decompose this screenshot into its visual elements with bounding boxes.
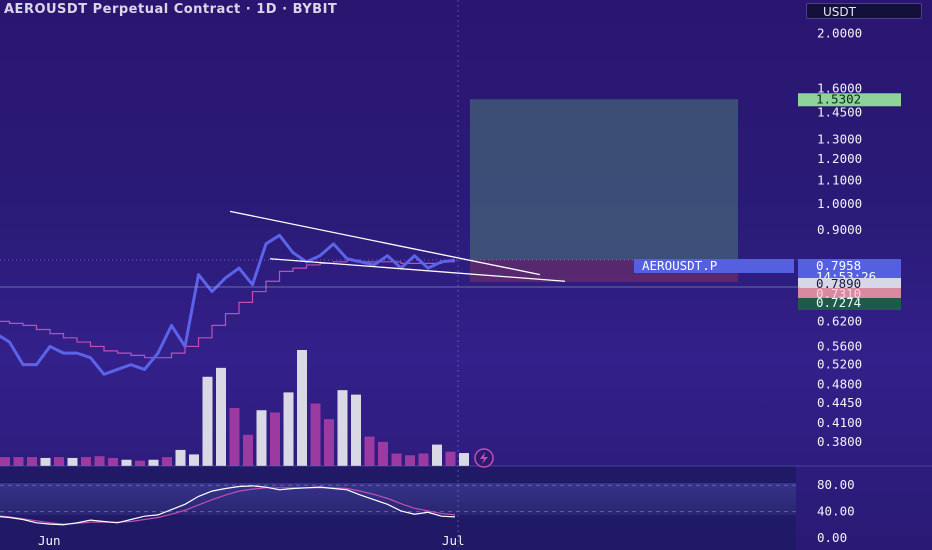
volume-bar [175, 449, 186, 466]
volume-bar [459, 453, 469, 466]
x-label-jul: Jul [442, 533, 465, 548]
low-price-tag: 0.7274 [816, 295, 861, 310]
chart[interactable]: 80.0040.000.00 2.00001.60001.45001.30001… [0, 0, 932, 550]
y-tick-label: 2.0000 [817, 25, 862, 40]
target-price-tag: 1.5302 [816, 91, 861, 106]
target-zone[interactable] [470, 99, 738, 261]
y-tick-label: 1.4500 [817, 105, 862, 120]
volume-bar [337, 390, 348, 466]
y-tick-label: 1.3000 [817, 131, 862, 146]
volume-bar [0, 457, 10, 466]
volume-bar [243, 434, 253, 466]
volume-bar [324, 419, 334, 466]
volume-bar [13, 457, 24, 466]
y-tick-label: 1.1000 [817, 172, 862, 187]
volume-bar [405, 455, 415, 466]
volume-bar [297, 350, 307, 466]
y-tick-label: 0.4450 [817, 395, 862, 410]
currency-button[interactable]: USDT [806, 3, 922, 19]
volume-bar [216, 367, 226, 466]
volume-bar [229, 408, 240, 466]
y-tick-label: 0.6200 [817, 313, 862, 328]
volume-bar [310, 403, 321, 466]
y-tick-label: 0.3800 [817, 434, 862, 449]
y-tick-label: 0.5200 [817, 357, 862, 372]
volume-bar [67, 457, 78, 466]
rsi-tick-label: 40.00 [817, 504, 855, 519]
y-tick-label: 0.5600 [817, 338, 862, 353]
chart-title: AEROUSDT Perpetual Contract · 1D · BYBIT [4, 2, 338, 17]
volume-bar [162, 457, 172, 466]
volume-bar [121, 459, 132, 466]
rsi-tick-label: 0.00 [817, 530, 847, 545]
volume-bar [283, 392, 294, 466]
volume-bar [418, 453, 429, 466]
volume-bar [148, 459, 159, 466]
y-tick-label: 0.4800 [817, 376, 862, 391]
volume-bar [189, 454, 199, 466]
volume-bar [40, 457, 51, 466]
volume-bar [108, 457, 118, 466]
volume-bar [391, 453, 402, 466]
y-tick-label: 0.9000 [817, 222, 862, 237]
volume-bar [81, 457, 91, 466]
x-label-jun: Jun [38, 533, 61, 548]
y-tick-label: 1.2000 [817, 151, 862, 166]
price-line[interactable] [0, 233, 456, 376]
symbol-tag: AEROUSDT.P [642, 258, 717, 273]
lightning-icon[interactable] [474, 448, 494, 468]
rsi-band [0, 483, 796, 515]
volume-bar [202, 376, 213, 466]
volume-bar [54, 457, 64, 466]
y-tick-label: 1.0000 [817, 196, 862, 211]
volume-bar [94, 456, 105, 466]
rsi-tick-label: 80.00 [817, 477, 855, 492]
volume-bar [378, 441, 388, 466]
volume-bar [270, 412, 280, 466]
volume-bar [256, 410, 267, 466]
volume-bar [364, 436, 375, 466]
volume-bar [351, 394, 361, 466]
volume-bar [432, 444, 442, 466]
y-tick-label: 0.4100 [817, 415, 862, 430]
volume-bar [27, 457, 37, 466]
volume-bar [445, 451, 456, 466]
volume-bar [135, 460, 145, 466]
